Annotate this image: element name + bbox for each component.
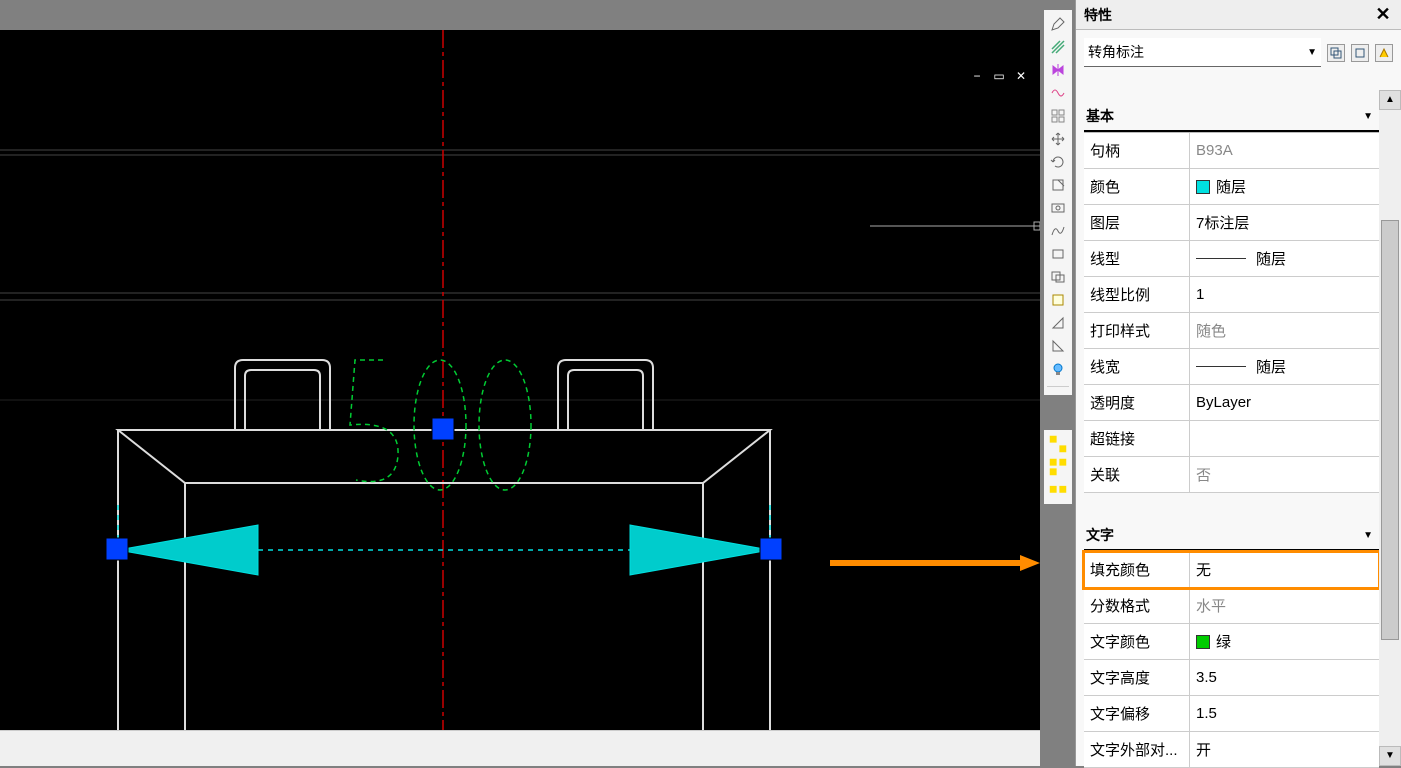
rotate-icon[interactable] [1047,152,1069,172]
prop-value-hyperlink[interactable] [1190,421,1379,456]
properties-scroll-content: 基本 ▼ 句柄 B93A 颜色 随层 图层 7标注层 线型 随层 [1084,90,1379,766]
section-basic-rows: 句柄 B93A 颜色 随层 图层 7标注层 线型 随层 线型比例 1 [1084,132,1379,493]
prop-value-color[interactable]: 随层 [1190,169,1379,204]
canvas-viewport[interactable]: − ▭ ✕ [0,30,1040,730]
prop-row-hyperlink[interactable]: 超链接 [1084,421,1379,457]
right-toolbar-2 [1044,430,1072,504]
close-button[interactable]: ✕ [1014,70,1028,84]
prop-value-textheight[interactable]: 3.5 [1190,660,1379,695]
prop-value-textoutside[interactable]: 开 [1190,732,1379,767]
bulb-icon[interactable] [1047,359,1069,379]
section-text-header[interactable]: 文字 ▼ [1084,519,1379,551]
maximize-button[interactable]: ▭ [992,70,1006,84]
prop-value-plotstyle: 随色 [1190,313,1379,348]
group2-icon[interactable] [1047,457,1069,477]
prop-row-textcolor[interactable]: 文字颜色 绿 [1084,624,1379,660]
snap-icon[interactable] [1047,290,1069,310]
move-icon[interactable] [1047,129,1069,149]
object-type-label: 转角标注 [1088,42,1144,62]
panel-title: 特性 [1084,5,1112,25]
prop-row-fraction: 分数格式 水平 [1084,588,1379,624]
group3-icon[interactable] [1047,480,1069,500]
scroll-up-button[interactable]: ▲ [1379,90,1401,110]
cad-drawing [0,30,1040,730]
prop-value-textoffset[interactable]: 1.5 [1190,696,1379,731]
prop-value-lineweight[interactable]: 随层 [1190,349,1379,384]
prop-row-textoutside[interactable]: 文字外部对... 开 [1084,732,1379,768]
prop-row-lineweight[interactable]: 线宽 随层 [1084,349,1379,385]
chevron-down-icon: ▼ [1363,530,1373,541]
quick-select-button[interactable] [1327,44,1345,62]
section-basic-header[interactable]: 基本 ▼ [1084,100,1379,132]
prop-value-ltscale[interactable]: 1 [1190,277,1379,312]
prop-value-fillcolor[interactable]: 无 [1190,552,1379,587]
chevron-down-icon: ▼ [1363,111,1373,122]
panel-scrollbar[interactable]: ▲ ▼ [1379,90,1401,766]
prop-value-layer[interactable]: 7标注层 [1190,205,1379,240]
section-text-rows: 填充颜色 无 分数格式 水平 文字颜色 绿 文字高度 3.5 文字偏移 1. [1084,551,1379,768]
mirror-icon[interactable] [1047,60,1069,80]
scroll-thumb[interactable] [1381,220,1399,640]
line-sample-icon [1196,258,1246,259]
prop-value-assoc: 否 [1190,457,1379,492]
prop-row-fillcolor[interactable]: 填充颜色 无 [1084,552,1379,588]
group1-icon[interactable] [1047,434,1069,454]
prop-row-assoc: 关联 否 [1084,457,1379,493]
grid-icon[interactable] [1047,106,1069,126]
prop-row-linetype[interactable]: 线型 随层 [1084,241,1379,277]
main-drawing-area: − ▭ ✕ [0,0,1040,766]
zoom-icon[interactable] [1047,198,1069,218]
prop-value-linetype[interactable]: 随层 [1190,241,1379,276]
color-swatch-icon [1196,635,1210,649]
triangle2-icon[interactable] [1047,336,1069,356]
panel-title-bar: 特性 ✕ [1076,0,1401,30]
window-controls: − ▭ ✕ [970,70,1028,84]
object-selector-row: 转角标注 ▼ [1076,30,1401,77]
extract-icon[interactable] [1047,175,1069,195]
color-swatch-icon [1196,180,1210,194]
select-objects-button[interactable] [1351,44,1369,62]
rect2-icon[interactable] [1047,267,1069,287]
object-type-dropdown[interactable]: 转角标注 ▼ [1084,38,1321,67]
spline-icon[interactable] [1047,221,1069,241]
line-sample-icon [1196,366,1246,367]
prop-value-textcolor[interactable]: 绿 [1190,624,1379,659]
prop-row-textoffset[interactable]: 文字偏移 1.5 [1084,696,1379,732]
scroll-down-button[interactable]: ▼ [1379,746,1401,766]
chevron-down-icon: ▼ [1307,47,1317,58]
canvas-title-bar [0,0,1040,30]
toggle-pickbox-button[interactable] [1375,44,1393,62]
prop-row-plotstyle: 打印样式 随色 [1084,313,1379,349]
prop-value-transparency[interactable]: ByLayer [1190,385,1379,420]
close-icon[interactable]: ✕ [1373,4,1393,25]
rect1-icon[interactable] [1047,244,1069,264]
prop-row-transparency[interactable]: 透明度 ByLayer [1084,385,1379,421]
prop-value-fraction: 水平 [1190,588,1379,623]
prop-row-color[interactable]: 颜色 随层 [1084,169,1379,205]
prop-value-handle: B93A [1190,133,1379,168]
prop-row-handle: 句柄 B93A [1084,133,1379,169]
minimize-button[interactable]: − [970,70,984,84]
pencil-icon[interactable] [1047,14,1069,34]
prop-row-textheight[interactable]: 文字高度 3.5 [1084,660,1379,696]
prop-row-ltscale[interactable]: 线型比例 1 [1084,277,1379,313]
right-toolbar [1044,10,1072,395]
properties-panel: 特性 ✕ 转角标注 ▼ 基本 ▼ 句柄 B93A 颜色 随层 [1075,0,1401,766]
pattern-icon[interactable] [1047,83,1069,103]
bottom-status-strip [0,730,1040,766]
prop-row-layer[interactable]: 图层 7标注层 [1084,205,1379,241]
hatch-icon[interactable] [1047,37,1069,57]
triangle1-icon[interactable] [1047,313,1069,333]
